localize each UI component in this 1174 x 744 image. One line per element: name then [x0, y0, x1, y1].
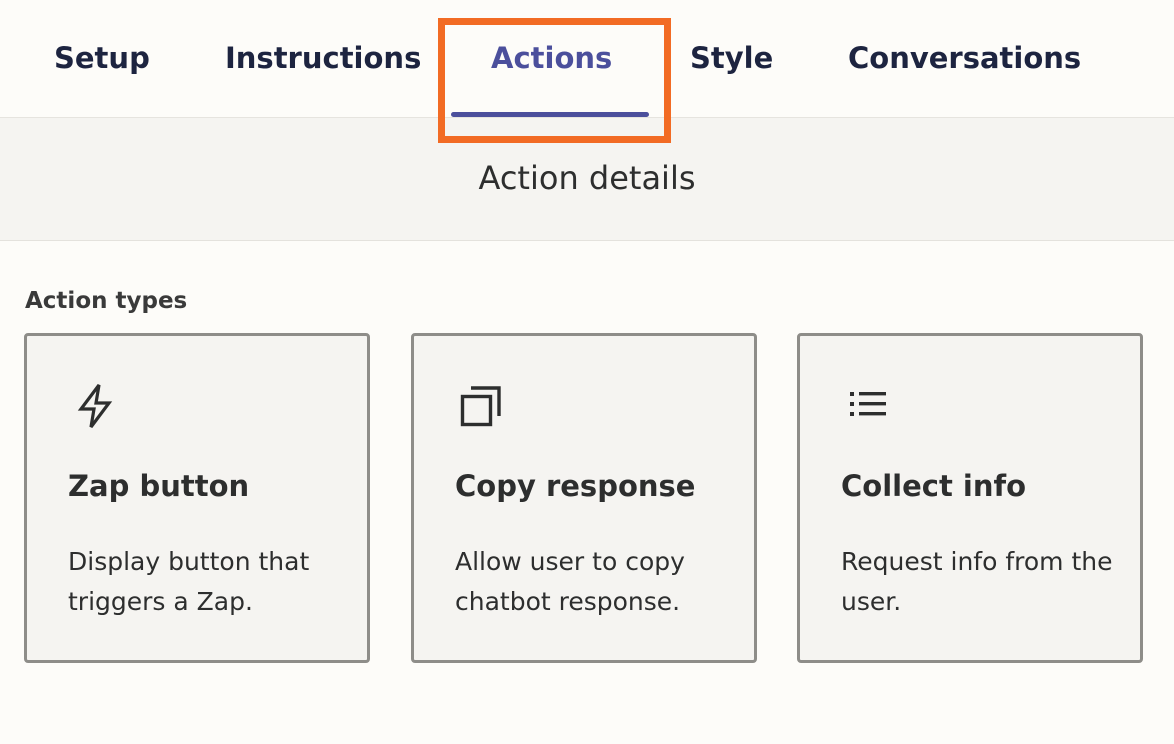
tab-actions[interactable]: Actions	[491, 38, 612, 78]
collect-info-card[interactable]: Collect info Request info from the user.	[797, 333, 1143, 663]
action-details-header: Action details	[0, 118, 1174, 241]
card-title: Copy response	[455, 469, 696, 503]
zap-button-card[interactable]: Zap button Display button that triggers …	[24, 333, 370, 663]
page-title: Action details	[478, 159, 696, 197]
tab-setup[interactable]: Setup	[54, 38, 150, 78]
tab-instructions[interactable]: Instructions	[225, 38, 421, 78]
lightning-icon	[77, 384, 113, 428]
card-description: Display button that triggers a Zap.	[68, 547, 310, 616]
copy-icon	[460, 386, 501, 427]
active-tab-underline	[451, 112, 649, 117]
copy-response-card[interactable]: Copy response Allow user to copy chatbot…	[411, 333, 757, 663]
card-title: Zap button	[68, 469, 250, 503]
card-title: Collect info	[841, 469, 1027, 503]
card-description: Request info from the user.	[841, 547, 1113, 616]
card-description: Allow user to copy chatbot response.	[455, 547, 685, 616]
tab-style[interactable]: Style	[690, 38, 773, 78]
list-icon	[850, 392, 886, 416]
action-types-label: Action types	[25, 288, 188, 314]
tab-conversations[interactable]: Conversations	[848, 38, 1081, 78]
tab-bar: Setup Instructions Actions Style Convers…	[0, 0, 1174, 118]
